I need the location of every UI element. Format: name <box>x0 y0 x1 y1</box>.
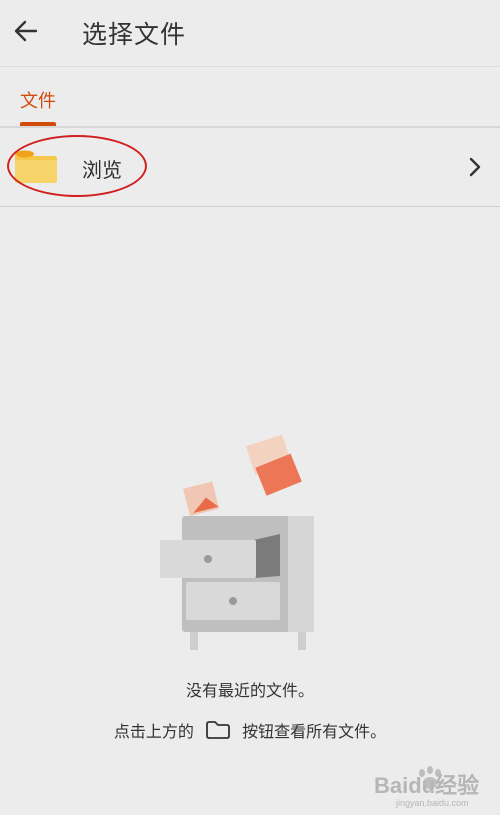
arrow-left-icon <box>14 20 38 42</box>
page-title: 选择文件 <box>82 20 187 49</box>
watermark-text: Baidu经验 <box>374 773 479 798</box>
watermark-subtext: jingyan.baidu.com <box>395 798 469 808</box>
hint-text-before: 点击上方的 <box>113 722 194 741</box>
empty-message: 没有最近的文件。 <box>185 681 314 700</box>
folder-outline-icon <box>205 720 231 740</box>
back-button[interactable] <box>12 17 40 45</box>
app-bar: 选择文件 <box>0 0 500 67</box>
folder-icon <box>14 150 58 184</box>
empty-drawer-illustration <box>150 428 330 658</box>
browse-row[interactable]: 浏览 <box>0 128 500 207</box>
empty-hint: 点击上方的 按钮查看所有文件。 <box>0 718 500 742</box>
baidu-watermark: Baidu经验 jingyan.baidu.com <box>370 763 490 809</box>
hint-text-after: 按钮查看所有文件。 <box>242 722 387 741</box>
tab-files-label: 文件 <box>20 91 56 112</box>
tab-bar: 文件 <box>0 67 500 127</box>
chevron-right-icon <box>468 156 482 178</box>
tab-files[interactable]: 文件 <box>0 67 78 127</box>
browse-label: 浏览 <box>82 158 122 182</box>
